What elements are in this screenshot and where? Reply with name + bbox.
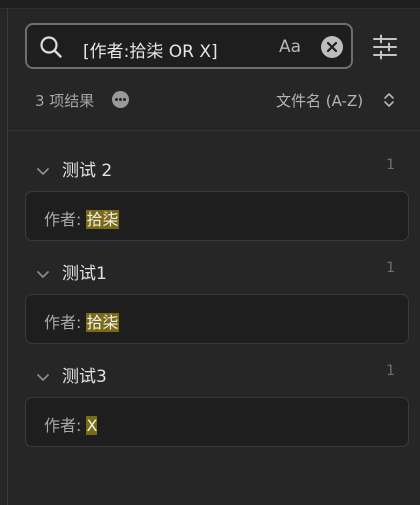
chevron-up-down-icon[interactable]	[383, 91, 395, 109]
match-prefix: 作者:	[44, 416, 87, 435]
search-box[interactable]: [作者:拾柒 OR X] Aa	[25, 23, 353, 69]
match-highlight: X	[86, 416, 98, 435]
chevron-down-icon[interactable]	[36, 162, 50, 181]
close-circle-icon[interactable]	[321, 36, 343, 58]
top-edge	[0, 0, 420, 9]
header-divider	[8, 130, 420, 131]
more-dots-icon[interactable]	[112, 91, 129, 108]
search-icon	[39, 35, 63, 59]
match-highlight: 拾柒	[86, 210, 119, 229]
match-result[interactable]: 作者: 拾柒	[25, 191, 409, 241]
match-line: 作者: X	[44, 412, 98, 436]
search-input[interactable]: [作者:拾柒 OR X]	[83, 37, 218, 62]
sort-dropdown[interactable]: 文件名 (A-Z)	[276, 90, 363, 111]
chevron-down-icon[interactable]	[36, 368, 50, 387]
group-title: 测试1	[62, 264, 107, 284]
group-title: 测试 2	[62, 161, 113, 181]
result-count: 3 项结果	[35, 92, 95, 110]
result-group-header[interactable]: 测试1 1	[25, 256, 409, 286]
match-result[interactable]: 作者: 拾柒	[25, 294, 409, 344]
match-count: 1	[386, 157, 395, 173]
match-prefix: 作者:	[44, 313, 87, 332]
match-highlight: 拾柒	[86, 313, 119, 332]
match-line: 作者: 拾柒	[44, 206, 119, 230]
group-title: 测试3	[62, 367, 107, 387]
result-group-header[interactable]: 测试3 1	[25, 359, 409, 389]
match-case-button[interactable]: Aa	[279, 37, 301, 57]
chevron-down-icon[interactable]	[36, 265, 50, 284]
result-group-header[interactable]: 测试 2 1	[25, 153, 409, 183]
match-count: 1	[386, 260, 395, 276]
match-prefix: 作者:	[44, 210, 87, 229]
match-line: 作者: 拾柒	[44, 309, 119, 333]
pane-divider	[7, 8, 8, 505]
sliders-icon[interactable]	[372, 34, 398, 60]
match-result[interactable]: 作者: X	[25, 397, 409, 447]
match-count: 1	[386, 363, 395, 379]
